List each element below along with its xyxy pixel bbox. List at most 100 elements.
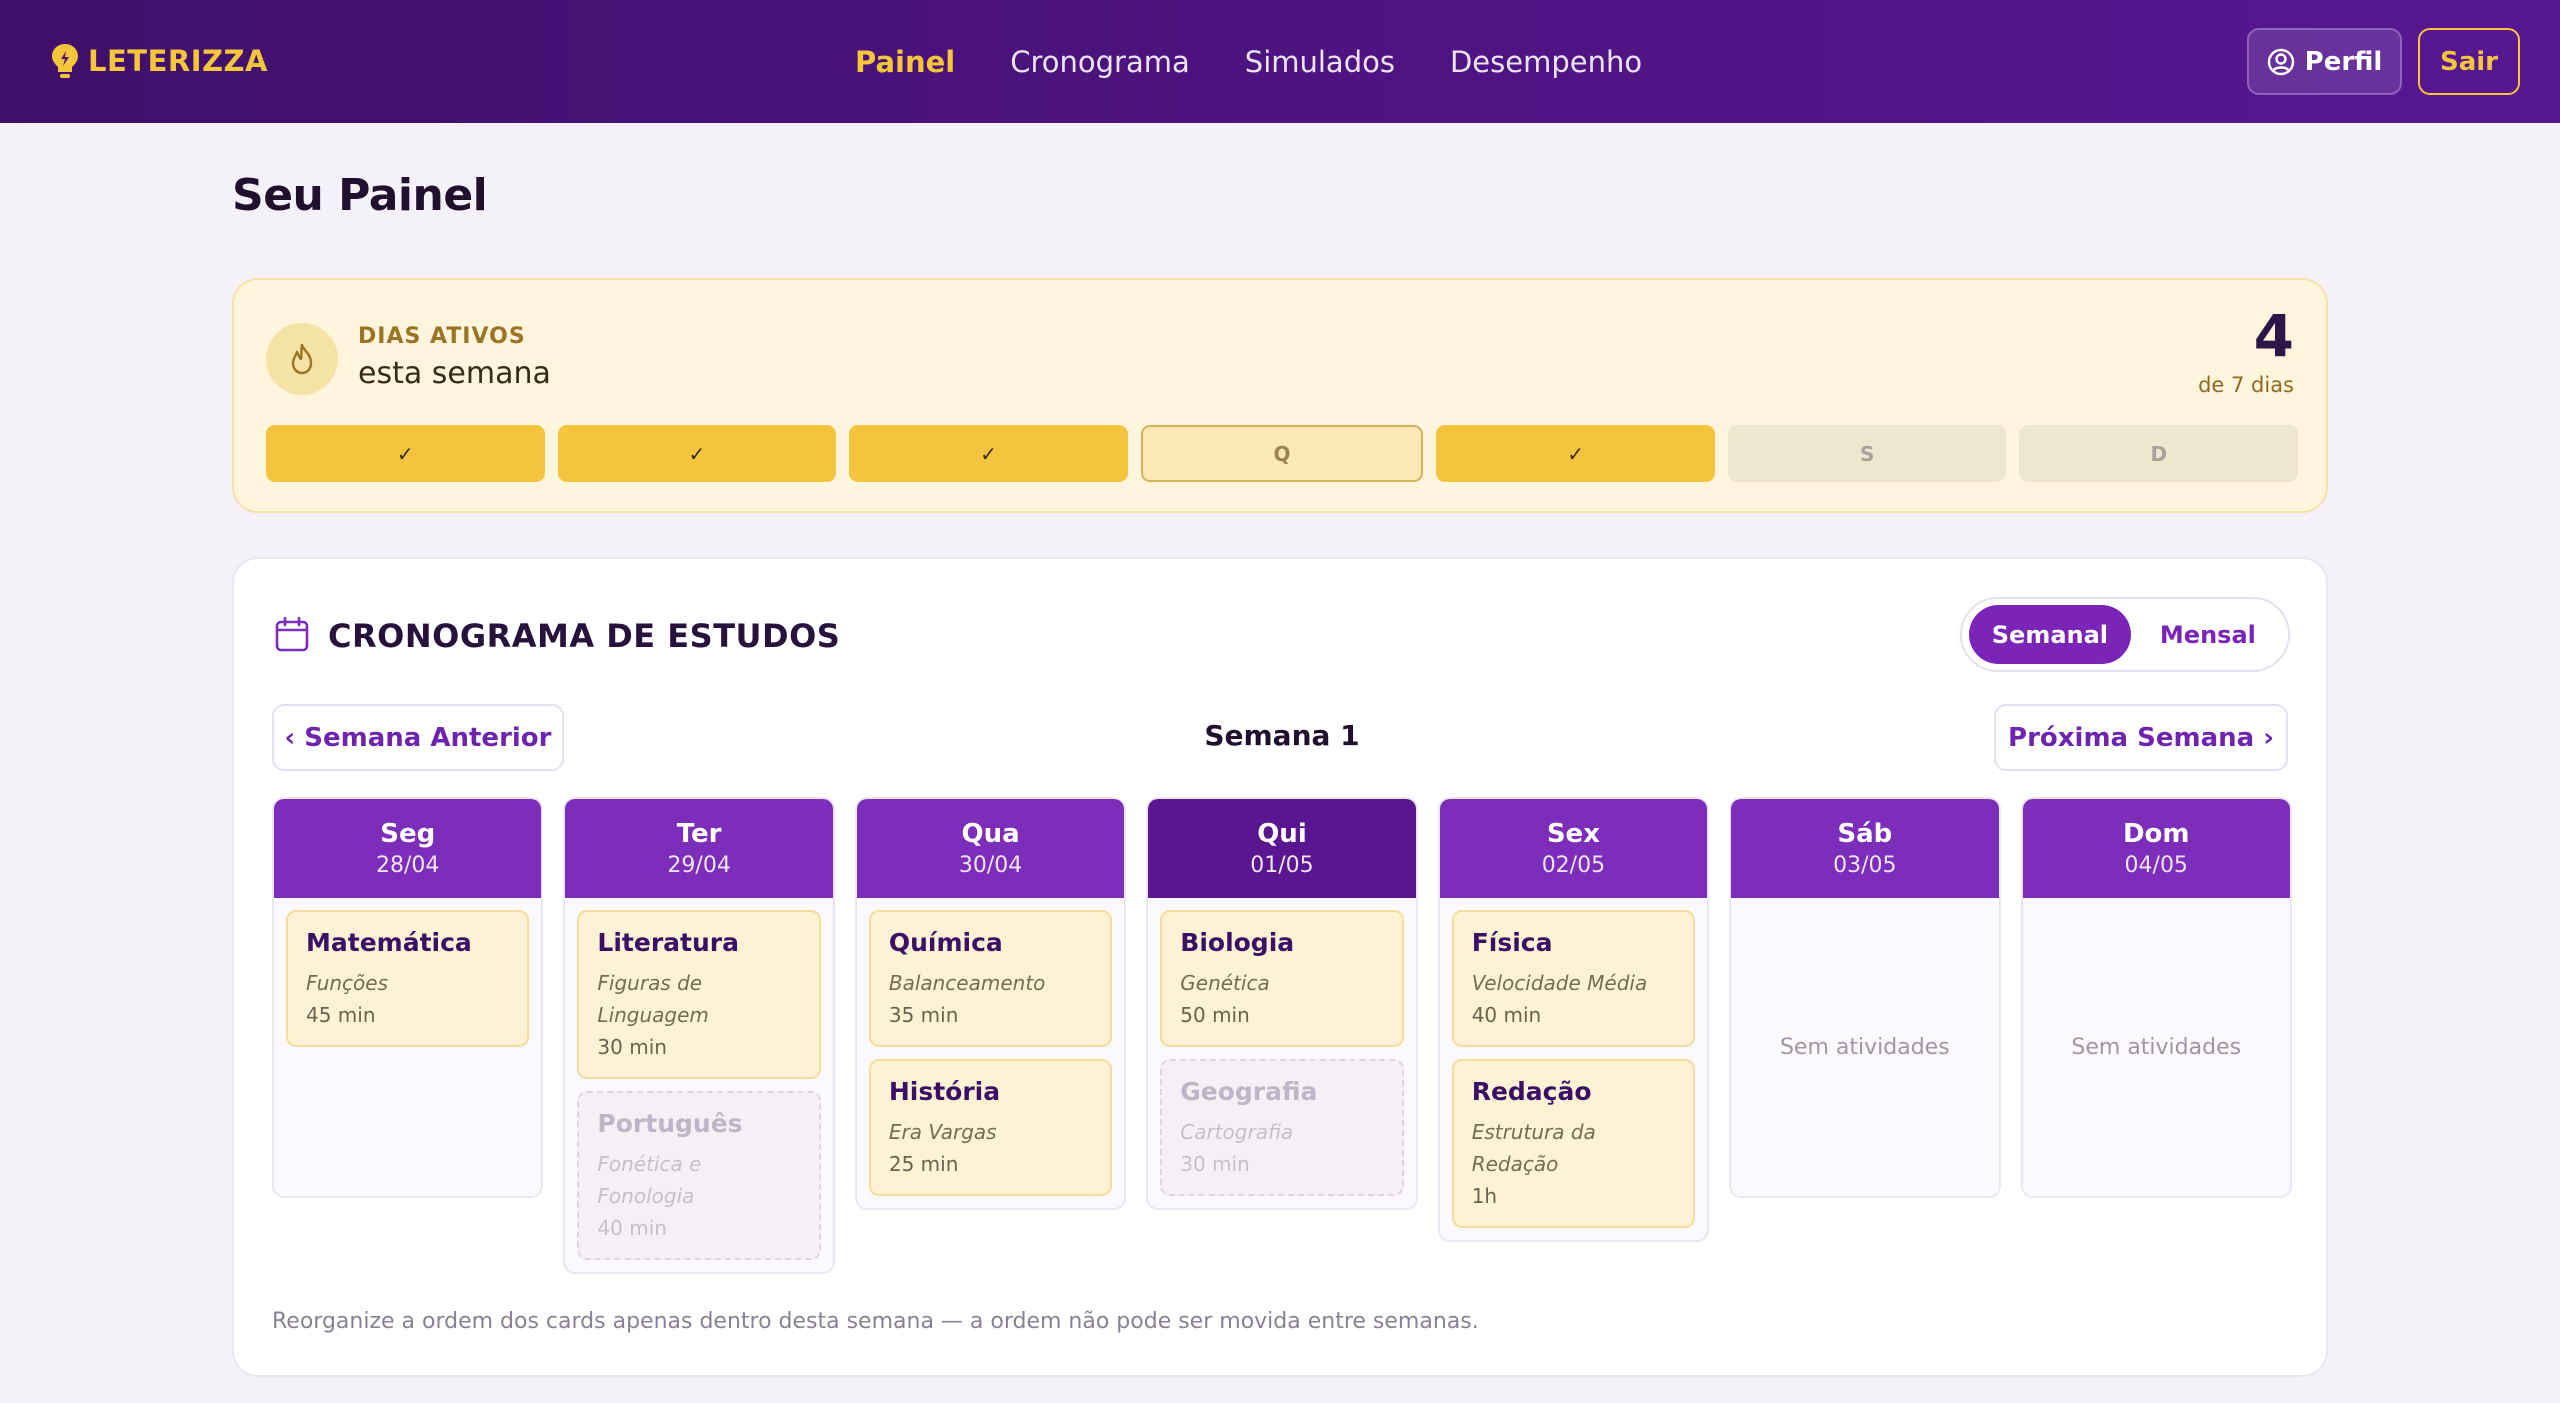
task-topic: Estrutura da Redação — [1471, 1120, 1596, 1176]
week-columns: Seg 28/04 Matemática Funções 45 min Ter … — [272, 797, 2292, 1274]
streak-count: 4 — [2253, 302, 2294, 370]
task-topic: Figuras de Linguagem — [597, 971, 709, 1027]
task-duration: 1h — [1471, 1184, 1498, 1208]
task-subject: Redação — [1471, 1077, 1592, 1106]
day-column-header: Dom 04/05 — [2022, 799, 2290, 898]
user-circle-icon — [2267, 48, 2294, 75]
day-date: 29/04 — [667, 853, 731, 878]
day-column-body: Matemática Funções 45 min — [274, 898, 541, 1196]
day-name: Sáb — [1837, 819, 1893, 849]
day-column-qua: Qua 30/04 Química Balanceamento 35 min H… — [854, 797, 1127, 1210]
day-name: Dom — [2122, 819, 2190, 849]
day-pill-sab: S — [1727, 425, 2007, 482]
day-column-sex: Sex 02/05 Física Velocidade Média 40 min… — [1437, 797, 1710, 1242]
day-column-header: Seg 28/04 — [274, 799, 542, 898]
day-date: 03/05 — [1833, 853, 1897, 878]
week-days-row: ✓ ✓ ✓ Q ✓ S D — [266, 425, 2299, 482]
task-subject: Química — [888, 928, 1003, 957]
study-schedule-card: CRONOGRAMA DE ESTUDOS Semanal Mensal ‹ S… — [232, 557, 2328, 1377]
task-card[interactable]: Literatura Figuras de Linguagem 30 min — [577, 910, 821, 1079]
flame-badge — [266, 323, 338, 395]
empty-state-text: Sem atividades — [1779, 1034, 1950, 1060]
day-column-header: Sáb 03/05 — [1731, 799, 1999, 898]
day-date: 02/05 — [1541, 853, 1606, 878]
profile-label: Perfil — [2304, 46, 2383, 77]
task-subject: História — [888, 1077, 1001, 1106]
top-navbar: LETERIZZA Painel Cronograma Simulados De… — [0, 0, 2560, 123]
nav-simulados[interactable]: Simulados — [1245, 45, 1395, 79]
day-column-body: Biologia Genética 50 min Geografia Carto… — [1148, 898, 1415, 1208]
task-subject: Português — [597, 1109, 743, 1138]
view-toggle: Semanal Mensal — [1960, 597, 2290, 672]
task-card-disabled[interactable]: Geografia Cartografia 30 min — [1160, 1059, 1404, 1196]
task-duration: 40 min — [1471, 1003, 1542, 1027]
brand-name: LETERIZZA — [88, 44, 269, 78]
day-date: 30/04 — [958, 853, 1023, 878]
day-name: Seg — [380, 819, 436, 849]
task-card[interactable]: Biologia Genética 50 min — [1160, 910, 1404, 1047]
task-subject: Literatura — [597, 928, 739, 957]
lightbulb-icon — [52, 44, 78, 78]
day-pill-ter: ✓ — [557, 425, 837, 482]
calendar-icon — [275, 616, 309, 652]
day-date: 04/05 — [2124, 853, 2188, 878]
day-column-body: Sem atividades — [2023, 898, 2290, 1196]
day-column-dom: Dom 04/05 Sem atividades — [2020, 797, 2292, 1198]
next-week-button[interactable]: Próxima Semana › — [1994, 704, 2288, 771]
schedule-note: Reorganize a ordem dos cards apenas dent… — [272, 1309, 1479, 1334]
day-name: Ter — [676, 819, 722, 849]
view-monthly-button[interactable]: Mensal — [2135, 605, 2281, 664]
day-column-seg: Seg 28/04 Matemática Funções 45 min — [272, 797, 544, 1198]
task-card[interactable]: Matemática Funções 45 min — [286, 910, 530, 1047]
day-column-header-today: Qui 01/05 — [1148, 799, 1416, 898]
page-title: Seu Painel — [232, 170, 488, 221]
task-card-disabled[interactable]: Português Fonética e Fonologia 40 min — [577, 1091, 821, 1260]
task-card[interactable]: Redação Estrutura da Redação 1h — [1451, 1059, 1696, 1228]
task-subject: Matemática — [306, 928, 472, 957]
task-subject: Física — [1471, 928, 1553, 957]
day-name: Qui — [1257, 819, 1307, 849]
day-column-body: Literatura Figuras de Linguagem 30 min P… — [565, 898, 832, 1272]
day-column-body: Química Balanceamento 35 min História Er… — [857, 898, 1124, 1208]
task-duration: 45 min — [306, 1003, 376, 1027]
task-duration: 25 min — [888, 1152, 959, 1176]
day-pill-sex: ✓ — [1436, 425, 1715, 482]
task-topic: Genética — [1180, 971, 1270, 995]
day-column-body: Física Velocidade Média 40 min Redação E… — [1440, 898, 1707, 1240]
day-date: 28/04 — [376, 853, 440, 878]
day-pill-dom: D — [2019, 425, 2299, 482]
task-card[interactable]: Química Balanceamento 35 min — [868, 910, 1113, 1047]
task-subject: Geografia — [1180, 1077, 1318, 1106]
task-topic: Funções — [306, 971, 389, 995]
task-card[interactable]: Física Velocidade Média 40 min — [1451, 910, 1696, 1047]
day-name: Qua — [961, 819, 1020, 849]
day-column-sab: Sáb 03/05 Sem atividades — [1729, 797, 2001, 1198]
schedule-title: CRONOGRAMA DE ESTUDOS — [328, 617, 841, 655]
task-topic: Velocidade Média — [1471, 971, 1648, 995]
task-duration: 35 min — [888, 1003, 959, 1027]
task-duration: 30 min — [1180, 1152, 1250, 1176]
brand-logo[interactable]: LETERIZZA — [50, 38, 268, 84]
task-topic: Fonética e Fonologia — [597, 1152, 702, 1208]
day-date: 01/05 — [1250, 853, 1314, 878]
nav-painel[interactable]: Painel — [855, 45, 955, 79]
profile-button[interactable]: Perfil — [2247, 28, 2402, 95]
nav-cronograma[interactable]: Cronograma — [1010, 45, 1190, 79]
task-topic: Cartografia — [1180, 1120, 1294, 1144]
day-column-qui: Qui 01/05 Biologia Genética 50 min Geogr… — [1146, 797, 1418, 1210]
day-column-ter: Ter 29/04 Literatura Figuras de Linguage… — [563, 797, 835, 1274]
streak-subtitle: esta semana — [358, 356, 551, 391]
main-nav: Painel Cronograma Simulados Desempenho — [855, 0, 1642, 123]
nav-desempenho[interactable]: Desempenho — [1450, 45, 1642, 79]
streak-label: DIAS ATIVOS — [358, 324, 526, 349]
logout-button[interactable]: Sair — [2418, 28, 2520, 95]
day-column-header: Sex 02/05 — [1439, 799, 1708, 898]
task-card[interactable]: História Era Vargas 25 min — [868, 1059, 1113, 1196]
task-subject: Biologia — [1180, 928, 1295, 957]
view-weekly-button[interactable]: Semanal — [1969, 605, 2131, 664]
empty-state-text: Sem atividades — [2071, 1034, 2242, 1060]
task-duration: 30 min — [597, 1035, 667, 1059]
day-column-header: Qua 30/04 — [856, 799, 1125, 898]
day-column-body: Sem atividades — [1731, 898, 1998, 1196]
day-name: Sex — [1546, 819, 1600, 849]
